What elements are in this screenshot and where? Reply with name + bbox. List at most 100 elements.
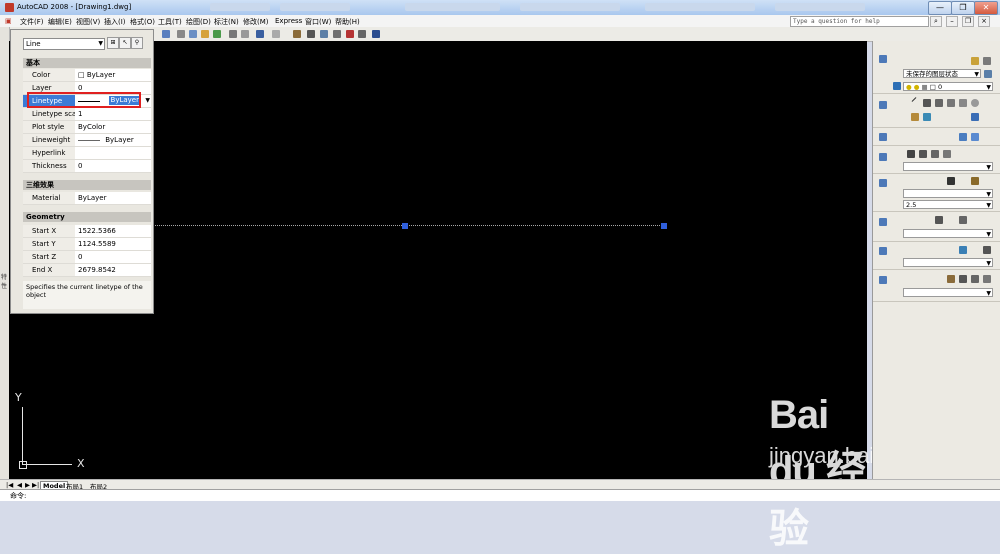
prop-row-lineweight[interactable]: Lineweight ByLayer <box>23 134 151 147</box>
close-button[interactable]: ✕ <box>974 1 998 15</box>
taskbar-tab[interactable] <box>405 3 500 11</box>
section-general[interactable]: 基本 <box>23 58 151 68</box>
align-leader-icon[interactable] <box>959 216 967 224</box>
menu-help[interactable]: 帮助(H) <box>335 17 360 27</box>
section-geometry[interactable]: Geometry <box>23 212 151 222</box>
undo-icon[interactable] <box>256 30 264 38</box>
prop-value[interactable]: ByLayer <box>76 192 151 204</box>
layer-previous-icon[interactable] <box>971 57 979 65</box>
radius-dim-icon[interactable] <box>943 150 951 158</box>
file-app-icon[interactable]: ▣ <box>5 17 12 25</box>
cut-icon[interactable] <box>229 30 237 38</box>
tab-nav-prev[interactable]: ◀ <box>17 481 22 489</box>
insert-table-icon[interactable] <box>959 246 967 254</box>
prop-row-hyperlink[interactable]: Hyperlink <box>23 147 151 160</box>
named-view-select[interactable]: ▼ <box>903 288 993 297</box>
prop-value[interactable]: 1124.5589 <box>76 238 151 250</box>
tab-nav-first[interactable]: |◀ <box>6 481 13 489</box>
dim-style-select[interactable]: ▼ <box>903 162 993 171</box>
layers-icon[interactable] <box>879 55 887 63</box>
text-style-select[interactable]: ▼ <box>903 189 993 198</box>
layer-manager-icon[interactable] <box>984 70 992 78</box>
copy-icon[interactable] <box>241 30 249 38</box>
menu-draw[interactable]: 绘图(D) <box>186 17 211 27</box>
menu-file[interactable]: 文件(F) <box>20 17 44 27</box>
taskbar-tab[interactable] <box>520 3 620 11</box>
select-objects-icon[interactable]: ↖ <box>119 37 131 49</box>
prop-value[interactable]: □ ByLayer <box>76 69 151 81</box>
toggle-pickadd-icon[interactable]: ⊞ <box>107 37 119 49</box>
circle-tool-icon[interactable] <box>971 99 979 107</box>
zoom-window-icon[interactable] <box>971 275 979 283</box>
text-height-select[interactable]: 2.5 ▼ <box>903 200 993 209</box>
doc-close-button[interactable]: × <box>978 16 990 27</box>
mleader-style-select[interactable]: ▼ <box>903 229 993 238</box>
prop-row-plot-style[interactable]: Plot style ByColor <box>23 121 151 134</box>
walk-icon[interactable] <box>971 133 979 141</box>
move-tool-icon[interactable] <box>971 113 979 121</box>
prop-value[interactable]: 1 <box>76 108 151 120</box>
zoom-previous-icon[interactable] <box>983 275 991 283</box>
menu-tools[interactable]: 工具(T) <box>158 17 182 27</box>
endpoint-grip[interactable] <box>661 223 667 229</box>
lineweight-value[interactable]: ByLayer <box>76 134 151 146</box>
gradient-tool-icon[interactable] <box>923 113 931 121</box>
taskbar-tab[interactable] <box>280 3 350 11</box>
menu-view[interactable]: 视图(V) <box>76 17 100 27</box>
tab-nav-last[interactable]: ▶| <box>32 481 39 489</box>
mtext-icon[interactable] <box>947 177 955 185</box>
prop-value[interactable]: 0 <box>76 251 151 263</box>
plot-preview-icon[interactable] <box>189 30 197 38</box>
prop-row-linetype-scale[interactable]: Linetype scale 1 <box>23 108 151 121</box>
table-style-icon[interactable] <box>983 246 991 254</box>
layer-select[interactable]: ● ● ■ □ 0 ▼ <box>903 82 993 91</box>
section-3d-effects[interactable]: 三维效果 <box>23 180 151 190</box>
polyline-tool-icon[interactable] <box>923 99 931 107</box>
line-tool-icon[interactable] <box>911 97 917 102</box>
taskbar-tab[interactable] <box>210 3 270 11</box>
properties-icon[interactable] <box>320 30 328 38</box>
polygon-tool-icon[interactable] <box>935 99 943 107</box>
3d-navigate-icon[interactable] <box>879 133 887 141</box>
prop-value[interactable]: 2679.8542 <box>76 264 151 276</box>
hatch-tool-icon[interactable] <box>911 113 919 121</box>
pan-icon[interactable] <box>293 30 301 38</box>
multileader-icon[interactable] <box>879 218 887 226</box>
tab-nav-next[interactable]: ▶ <box>25 481 30 489</box>
orbit-icon[interactable] <box>959 133 967 141</box>
prop-row-start-x[interactable]: Start X 1522.5366 <box>23 225 151 238</box>
minimize-button[interactable]: — <box>928 1 952 15</box>
text-icon[interactable] <box>879 179 887 187</box>
prop-row-start-z[interactable]: Start Z 0 <box>23 251 151 264</box>
doc-restore-button[interactable]: ❐ <box>962 16 974 27</box>
menu-insert[interactable]: 插入(I) <box>104 17 126 27</box>
menu-modify[interactable]: 修改(M) <box>243 17 269 27</box>
help-search-icon[interactable]: ⌕ <box>930 16 942 27</box>
menu-express[interactable]: Express <box>275 17 302 25</box>
tool-palettes-icon[interactable] <box>346 30 354 38</box>
prop-value[interactable]: ByColor <box>76 121 151 133</box>
rectangle-tool-icon[interactable] <box>947 99 955 107</box>
pan-realtime-icon[interactable] <box>947 275 955 283</box>
menu-window[interactable]: 窗口(W) <box>305 17 331 27</box>
maximize-button[interactable]: ❐ <box>951 1 975 15</box>
chevron-down-icon[interactable]: ▼ <box>145 95 150 107</box>
table-style-select[interactable]: ▼ <box>903 258 993 267</box>
zoom-icon[interactable] <box>307 30 315 38</box>
arc-tool-icon[interactable] <box>959 99 967 107</box>
add-leader-icon[interactable] <box>935 216 943 224</box>
help-icon[interactable] <box>372 30 380 38</box>
quick-select-icon[interactable]: ⚲ <box>131 37 143 49</box>
menu-dimension[interactable]: 标注(N) <box>214 17 239 27</box>
prop-row-end-x[interactable]: End X 2679.8542 <box>23 264 151 277</box>
layer-tools-icon[interactable] <box>983 57 991 65</box>
redo-icon[interactable] <box>272 30 280 38</box>
prop-row-start-y[interactable]: Start Y 1124.5589 <box>23 238 151 251</box>
linear-dim-icon[interactable] <box>907 150 915 158</box>
help-search-input[interactable]: Type a question for help <box>790 16 929 27</box>
aligned-dim-icon[interactable] <box>919 150 927 158</box>
prop-value[interactable]: 1522.5366 <box>76 225 151 237</box>
prop-row-material[interactable]: Material ByLayer <box>23 192 151 205</box>
zoom-realtime-icon[interactable] <box>959 275 967 283</box>
menu-edit[interactable]: 编辑(E) <box>48 17 72 27</box>
